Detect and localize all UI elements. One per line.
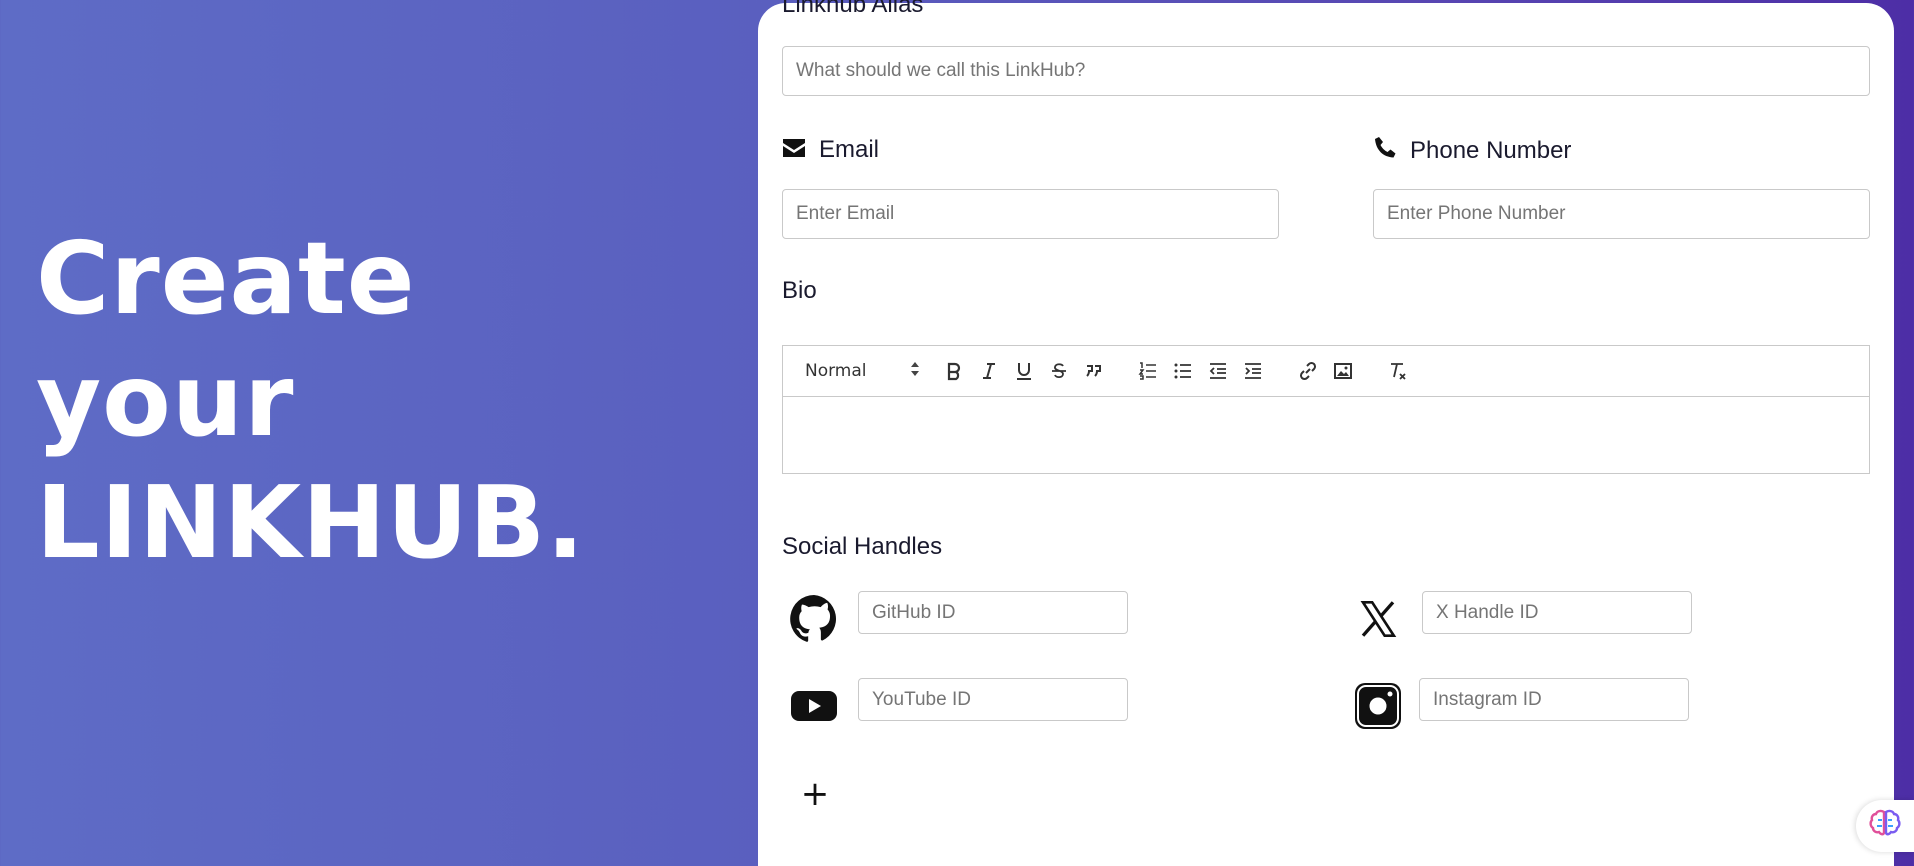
phone-label: Phone Number: [1410, 136, 1572, 164]
link-icon[interactable]: [1293, 346, 1323, 396]
create-linkhub-form: Linkhub Alias Email Phone Number Bio Nor…: [758, 0, 1894, 866]
bullet-list-icon[interactable]: [1168, 346, 1198, 396]
github-icon: [788, 593, 840, 645]
instagram-icon: [1352, 680, 1404, 732]
bold-icon[interactable]: [939, 346, 969, 396]
email-input[interactable]: [782, 189, 1279, 239]
alias-input[interactable]: [782, 46, 1870, 96]
brain-icon: [1869, 809, 1901, 844]
clear-format-icon[interactable]: [1383, 346, 1413, 396]
hero-heading: Create your LINKHUB.: [36, 218, 585, 584]
hero-line-1: Create: [36, 220, 416, 337]
hero-line-3: LINKHUB.: [36, 464, 586, 581]
blockquote-icon[interactable]: [1079, 346, 1109, 396]
email-label: Email: [819, 136, 880, 163]
alias-label: Linkhub Alias: [782, 0, 924, 18]
strike-icon[interactable]: [1044, 346, 1074, 396]
github-input[interactable]: [858, 591, 1128, 634]
italic-icon[interactable]: [974, 346, 1004, 396]
add-social-button[interactable]: +: [800, 777, 830, 811]
format-select-value: Normal: [805, 361, 867, 381]
phone-input[interactable]: [1373, 189, 1870, 239]
bio-editor[interactable]: [782, 396, 1870, 474]
social-handles-label: Social Handles: [782, 533, 943, 560]
phone-icon: [1373, 136, 1397, 165]
outdent-icon[interactable]: [1203, 346, 1233, 396]
updown-icon: [910, 361, 920, 382]
phone-label-group: Phone Number: [1373, 136, 1571, 165]
youtube-icon: [788, 680, 840, 732]
ordered-list-icon[interactable]: [1133, 346, 1163, 396]
envelope-icon: [782, 138, 806, 163]
hero-line-2: your: [36, 342, 295, 459]
assistant-button[interactable]: [1856, 800, 1914, 852]
instagram-input[interactable]: [1419, 678, 1689, 721]
image-icon[interactable]: [1328, 346, 1358, 396]
x-handle-input[interactable]: [1422, 591, 1692, 634]
email-label-group: Email: [782, 136, 879, 164]
bio-label: Bio: [782, 277, 817, 304]
format-select[interactable]: Normal: [805, 346, 920, 396]
x-icon: [1352, 593, 1404, 645]
indent-icon[interactable]: [1238, 346, 1268, 396]
youtube-input[interactable]: [858, 678, 1128, 721]
underline-icon[interactable]: [1009, 346, 1039, 396]
bio-toolbar: Normal: [782, 345, 1870, 397]
